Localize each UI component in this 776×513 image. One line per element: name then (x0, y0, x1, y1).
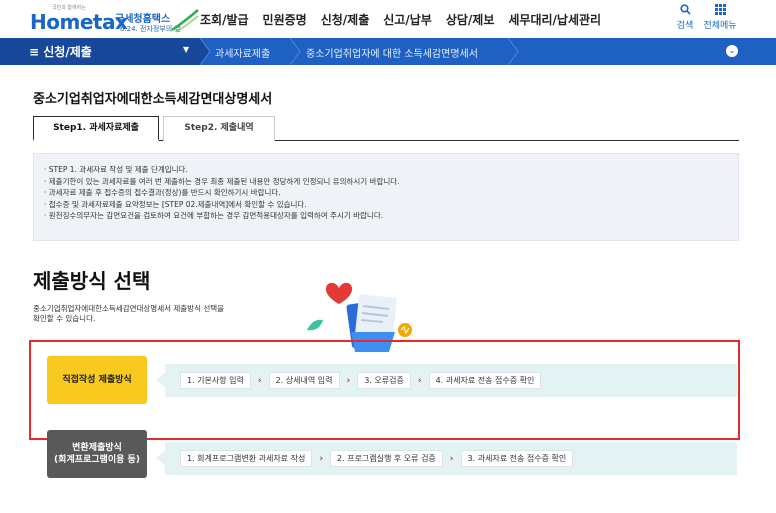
arrow-right-icon: › (257, 375, 262, 386)
steps-row: 1. 기본사항 입력 › 2. 상세내역 입력 › 3. 오류검증 › 4. 과… (180, 372, 542, 389)
notice-item: · 제출기한이 있는 과세자료를 여러 번 제출하는 경우 최종 제출된 내용만… (44, 176, 400, 186)
notice-item: · 과세자료 제출 후 접수증의 접수결과(정상)를 반드시 확인하기시 바랍니… (44, 188, 281, 197)
arrow-right-icon: › (319, 453, 324, 464)
search-label: 검색 (676, 21, 694, 31)
grid-menu-icon (702, 4, 738, 18)
method-sublabel: (회계프로그램이용 등) (54, 455, 140, 465)
step-item: 4. 과세자료 전송 접수증 확인 (428, 372, 542, 389)
search-icon (667, 4, 703, 18)
step-item: 1. 기본사항 입력 (180, 372, 251, 389)
arrow-right-icon: › (346, 375, 351, 386)
chevron-right-icon (200, 38, 211, 65)
arrow-right-icon: › (449, 453, 454, 464)
step-item: 3. 오류검증 (357, 372, 411, 389)
logo-text-en: Hometax (30, 10, 128, 34)
nav-item-agent[interactable]: 세무대리/납세관리 (508, 11, 601, 28)
arrow-right-icon: › (417, 375, 422, 386)
method-label: 직접작성 제출방식 (62, 375, 132, 385)
step-tabs: Step1. 과세자료제출 Step2. 제출내역 (33, 116, 739, 141)
section-description: 중소기업취업자에대한소득세감면대상명세서 제출방식 선택을 확인할 수 있습니다… (33, 304, 283, 324)
step-item: 3. 과세자료 전송 접수증 확인 (460, 450, 574, 467)
method-steps: 1. 회계프로그램변환 과세자료 작성 › 2. 프로그램실행 후 오류 검증 … (156, 442, 737, 475)
hometax-logo[interactable]: 국민과 함께하는 Hometax 국세청홈택스 6.24. 전자정부의 날 (30, 4, 199, 36)
step-item: 2. 프로그램실행 후 오류 검증 (330, 450, 443, 467)
steps-row: 1. 회계프로그램변환 과세자료 작성 › 2. 프로그램실행 후 오류 검증 … (180, 450, 574, 467)
caret-down-icon: ▼ (183, 45, 190, 54)
breadcrumb-bar: ≡ 신청/제출 ▼ 과세자료제출 중소기업취업자에 대한 소득세감면명세서 ⌄ (0, 38, 776, 65)
notice-item: · 접수증 및 과세자료제출 요약정보는 [STEP 02.제출내역]에서 확인… (44, 199, 307, 209)
page-title: 중소기업취업자에대한소득세감면대상명세서 (33, 92, 273, 107)
step-item: 2. 상세내역 입력 (268, 372, 340, 389)
method-steps: 1. 기본사항 입력 › 2. 상세내역 입력 › 3. 오류검증 › 4. 과… (156, 364, 737, 397)
breadcrumb-item[interactable]: 과세자료제출 (215, 45, 270, 60)
logo-swoosh-icon (171, 9, 199, 33)
notice-item: · STEP 1. 과세자료 작성 및 제출 단계입니다. (44, 165, 188, 174)
nav-item-certificate[interactable]: 민원증명 (263, 11, 307, 28)
notice-box: · STEP 1. 과세자료 작성 및 제출 단계입니다. · 제출기한이 있는… (33, 153, 739, 241)
nav-item-application[interactable]: 신청/제출 (321, 11, 370, 28)
tab-step2[interactable]: Step2. 제출내역 (163, 116, 275, 141)
breadcrumb-menu-dropdown[interactable]: ≡ 신청/제출 ▼ (0, 38, 200, 65)
breadcrumb-menu-label: ≡ 신청/제출 (29, 45, 92, 59)
chevron-right-icon (508, 38, 519, 65)
nav-item-inquiry[interactable]: 조회/발급 (200, 11, 249, 28)
breadcrumb-item[interactable]: 중소기업취업자에 대한 소득세감면명세서 (306, 45, 478, 60)
section-title: 제출방식 선택 (33, 269, 151, 293)
chevron-right-icon (290, 38, 301, 65)
section-description-line: 중소기업취업자에대한소득세감면대상명세서 제출방식 선택을 (33, 304, 225, 313)
tab-step1[interactable]: Step1. 과세자료제출 (33, 116, 159, 141)
nav-item-filing[interactable]: 신고/납부 (383, 11, 432, 28)
step-item: 1. 회계프로그램변환 과세자료 작성 (180, 450, 313, 467)
all-menu-label: 전체메뉴 (703, 21, 737, 31)
chevron-down-circle-icon[interactable]: ⌄ (726, 45, 738, 57)
global-nav: 조회/발급 민원증명 신청/제출 신고/납부 상담/제보 세무대리/납세관리 (200, 11, 615, 28)
method-label: 변환제출방식 (72, 443, 122, 453)
nav-item-consult[interactable]: 상담/제보 (446, 11, 495, 28)
direct-submit-method-button[interactable]: 직접작성 제출방식 (47, 356, 147, 404)
section-description-line: 확인할 수 있습니다. (33, 314, 96, 323)
all-menu-button[interactable]: 전체메뉴 (702, 4, 738, 31)
search-button[interactable]: 검색 (667, 4, 703, 31)
notice-item: · 원천징수의무자는 감면요건을 검토하여 요건에 부합하는 경우 감면적용대상… (44, 211, 384, 220)
conversion-submit-method-button[interactable]: 변환제출방식 (회계프로그램이용 등) (47, 430, 147, 478)
logo-text-kr: 국세청홈택스 (115, 14, 171, 25)
top-header: 국민과 함께하는 Hometax 국세청홈택스 6.24. 전자정부의 날 조회… (0, 0, 776, 38)
